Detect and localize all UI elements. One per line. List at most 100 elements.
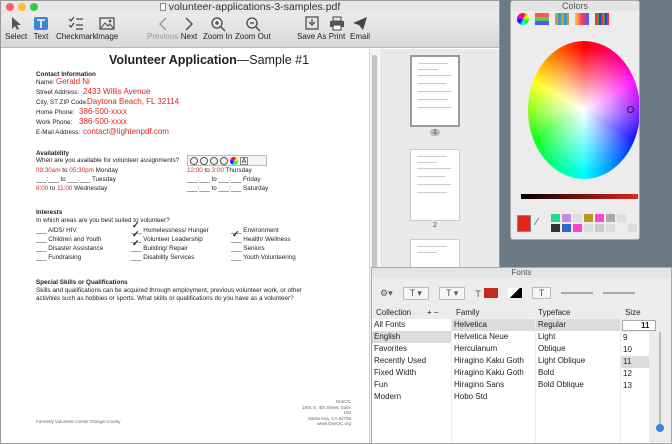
- shadow-icon[interactable]: T: [531, 287, 552, 299]
- current-color-well[interactable]: [517, 215, 531, 232]
- mon-from-hour[interactable]: 09: [36, 167, 43, 174]
- family-list[interactable]: Helvetica Helvetica Neue Herculanum Hira…: [452, 319, 535, 443]
- size-slider[interactable]: [659, 332, 661, 432]
- zoom-window-icon[interactable]: [30, 3, 38, 11]
- previous-page-button[interactable]: Previous: [147, 15, 178, 41]
- typeface-item[interactable]: Oblique: [536, 343, 620, 355]
- rotate-right-icon[interactable]: [220, 157, 228, 165]
- image-tool-button[interactable]: Image: [96, 15, 118, 41]
- select-tool-button[interactable]: Select: [5, 15, 27, 41]
- interest-item[interactable]: ___ Homelessness/ Hunger: [131, 227, 209, 234]
- thu-from-hour[interactable]: 12: [187, 167, 194, 174]
- shadow-blur-slider[interactable]: [603, 292, 636, 294]
- typeface-item[interactable]: Light Oblique: [536, 355, 620, 367]
- font-icon[interactable]: A: [240, 157, 248, 165]
- zoom-out-button[interactable]: Zoom Out: [235, 15, 271, 41]
- size-item[interactable]: 12: [621, 368, 649, 380]
- rotate-left-icon[interactable]: [210, 157, 218, 165]
- family-item[interactable]: Hobo Std: [452, 391, 535, 403]
- collection-item[interactable]: Recently Used: [372, 355, 451, 367]
- family-item[interactable]: Herculanum: [452, 343, 535, 355]
- document-page[interactable]: Volunteer Application—Sample #1 Contact …: [1, 49, 379, 443]
- wed-from-hour[interactable]: 8: [36, 185, 40, 192]
- tue-from[interactable]: ___:___: [36, 176, 59, 183]
- size-input[interactable]: 11: [622, 320, 656, 331]
- typeface-item[interactable]: Light: [536, 331, 620, 343]
- color-wheel[interactable]: [528, 41, 639, 179]
- family-item[interactable]: Hiragino Sans: [452, 379, 535, 391]
- sat-from[interactable]: ___:___: [187, 185, 210, 192]
- text-color-icon[interactable]: T: [475, 287, 498, 299]
- pencil-icon[interactable]: [200, 157, 208, 165]
- underline-menu-icon[interactable]: T ▾: [402, 286, 429, 300]
- interest-item[interactable]: ___ Children and Youth: [36, 236, 102, 243]
- text-tool-button[interactable]: Text: [32, 15, 50, 41]
- family-item[interactable]: Helvetica Neue: [452, 331, 535, 343]
- size-item[interactable]: 13: [621, 380, 649, 392]
- collection-item[interactable]: Fixed Width: [372, 367, 451, 379]
- thu-to-min[interactable]: 00: [217, 167, 224, 174]
- wed-to-min[interactable]: 00: [65, 185, 72, 192]
- save-as-button[interactable]: Save As: [297, 15, 326, 41]
- checkmark-icon[interactable]: ✓: [232, 229, 240, 240]
- next-page-button[interactable]: Next: [180, 15, 198, 41]
- sat-to[interactable]: ___:___: [219, 185, 242, 192]
- email-button[interactable]: Email: [350, 15, 370, 41]
- family-item[interactable]: Hiragino Kaku Goth: [452, 367, 535, 379]
- size-slider-knob[interactable]: [656, 424, 664, 432]
- color-wheel-icon[interactable]: [230, 157, 238, 165]
- family-item[interactable]: Hiragino Kaku Goth: [452, 355, 535, 367]
- size-item[interactable]: 11: [621, 356, 649, 368]
- collection-item[interactable]: Modern: [372, 391, 451, 403]
- shadow-opacity-slider[interactable]: [561, 292, 594, 294]
- typeface-item[interactable]: Bold Oblique: [536, 379, 620, 391]
- text-color-swatch[interactable]: [483, 287, 498, 298]
- interest-item[interactable]: ___ Health/ Wellness: [231, 236, 290, 243]
- minimize-window-icon[interactable]: [18, 3, 26, 11]
- collection-list[interactable]: All Fonts English Favorites Recently Use…: [372, 319, 451, 443]
- close-window-icon[interactable]: [6, 3, 14, 11]
- interest-item[interactable]: ___ Youth Volunteering: [231, 254, 296, 261]
- interest-item[interactable]: ___ Disaster Assistance: [36, 245, 103, 252]
- brightness-slider[interactable]: [521, 194, 638, 199]
- collection-item[interactable]: Fun: [372, 379, 451, 391]
- color-palettes-icon[interactable]: [555, 13, 569, 25]
- size-item[interactable]: 9: [621, 332, 649, 344]
- interest-item[interactable]: ___ Fundraising: [36, 254, 81, 261]
- wheel-selection-marker[interactable]: [627, 106, 634, 113]
- fri-to[interactable]: ___:___: [219, 176, 242, 183]
- add-collection-icon[interactable]: + −: [427, 308, 439, 317]
- checkmark-tool-button[interactable]: Checkmark: [56, 15, 96, 41]
- image-palettes-icon[interactable]: [575, 13, 589, 25]
- thumbnail-page-2[interactable]: [410, 149, 460, 221]
- typeface-item[interactable]: Bold: [536, 367, 620, 379]
- document-color-icon[interactable]: [507, 288, 522, 298]
- mon-from-min[interactable]: 30am: [45, 167, 61, 174]
- collection-item[interactable]: English: [372, 331, 451, 343]
- size-item[interactable]: 10: [621, 344, 649, 356]
- delete-annotation-icon[interactable]: [190, 157, 198, 165]
- interest-item[interactable]: ___ AIDS/ HIV: [36, 227, 77, 234]
- thu-from-min[interactable]: 00: [196, 167, 203, 174]
- mon-to-hour[interactable]: 05: [69, 167, 76, 174]
- mon-to-min[interactable]: 30pm: [78, 167, 94, 174]
- color-wheel-mode-icon[interactable]: [517, 13, 529, 25]
- tue-to[interactable]: ___:___: [68, 176, 91, 183]
- crayons-icon[interactable]: [595, 13, 609, 25]
- print-button[interactable]: Print: [328, 15, 346, 41]
- interest-item[interactable]: ___ Volunteer Leadership: [131, 236, 203, 243]
- gear-icon[interactable]: ⚙▾: [380, 288, 393, 299]
- collection-item[interactable]: All Fonts: [372, 319, 451, 331]
- color-sliders-icon[interactable]: [535, 13, 549, 25]
- wed-to-hour[interactable]: 11: [57, 185, 64, 192]
- fri-from[interactable]: ___:___: [187, 176, 210, 183]
- name-field[interactable]: Gerald Ni: [56, 77, 90, 86]
- street-field[interactable]: 2433 Willis Avenue: [83, 87, 150, 96]
- collection-item[interactable]: Favorites: [372, 343, 451, 355]
- city-field[interactable]: Daytona Beach, FL 32114: [87, 97, 179, 106]
- thu-to-hour[interactable]: 3: [212, 167, 216, 174]
- work-phone-field[interactable]: 386-500-xxxx: [79, 117, 127, 126]
- typeface-list[interactable]: Regular Light Oblique Light Oblique Bold…: [536, 319, 620, 443]
- thumbnail-page-1[interactable]: [410, 55, 460, 127]
- zoom-in-button[interactable]: Zoom In: [203, 15, 232, 41]
